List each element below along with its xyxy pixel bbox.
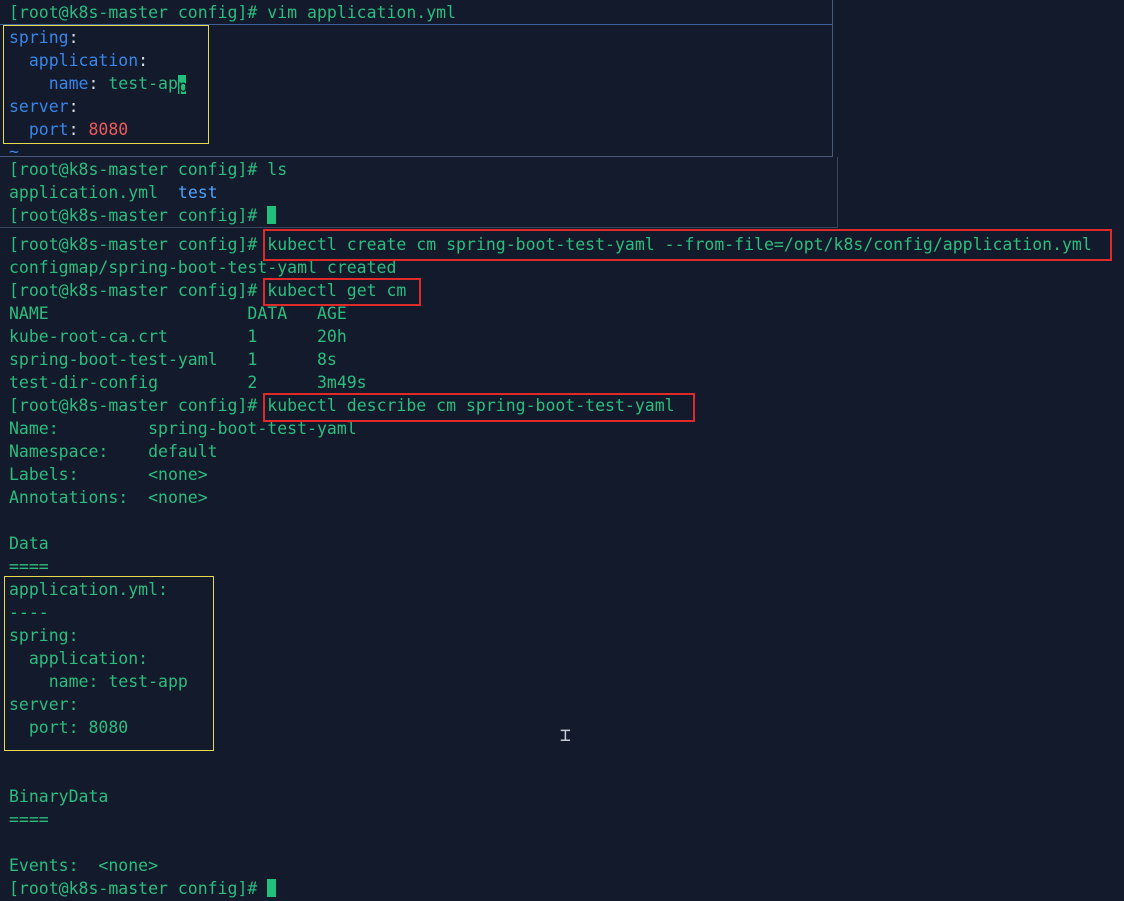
prompt-text: [root@k8s-master config]# xyxy=(9,235,258,254)
ls-empty-prompt: [root@k8s-master config]# xyxy=(9,204,277,227)
prompt-text: [root@k8s-master config]# xyxy=(9,879,268,898)
prompt-text: [root@k8s-master config]# xyxy=(9,281,258,300)
vim-command-line: [root@k8s-master config]# vim applicatio… xyxy=(9,3,457,22)
yaml-highlight-box xyxy=(3,25,209,144)
create-command-highlight xyxy=(263,229,1112,261)
directory-test: test xyxy=(177,183,218,202)
file-application-yml: application.yml xyxy=(9,183,178,202)
final-prompt-line: [root@k8s-master config]# xyxy=(9,877,277,900)
ls-output-line: application.yml test xyxy=(9,181,218,204)
data-heading: Data xyxy=(9,534,49,553)
events-line: Events: <none> xyxy=(9,856,159,875)
configmap-table-row: test-dir-config 2 3m49s xyxy=(9,373,367,392)
binarydata-heading: BinaryData xyxy=(9,787,109,806)
data-rule: ==== xyxy=(9,557,49,576)
binarydata-rule: ==== xyxy=(9,810,49,829)
ls-command-line: [root@k8s-master config]# ls xyxy=(9,160,288,179)
main-terminal-pane: [root@k8s-master config]# kubectl create… xyxy=(0,229,1124,901)
terminal-cursor xyxy=(267,879,277,897)
prompt-text: [root@k8s-master config]# xyxy=(9,206,268,225)
text-cursor-ibeam-icon: ⌶ xyxy=(560,725,571,746)
get-command-highlight xyxy=(263,278,421,306)
describe-namespace: Namespace: default xyxy=(9,442,218,461)
vim-pane: [root@k8s-master config]# vim applicatio… xyxy=(0,0,833,157)
data-highlight-box xyxy=(4,576,214,751)
terminal-cursor xyxy=(267,206,277,224)
configmap-table-row: kube-root-ca.crt 1 20h xyxy=(9,327,347,346)
ls-pane: [root@k8s-master config]# ls application… xyxy=(0,157,838,228)
describe-annotations: Annotations: <none> xyxy=(9,488,208,507)
describe-command-highlight xyxy=(263,393,695,422)
describe-labels: Labels: <none> xyxy=(9,465,208,484)
prompt-text: [root@k8s-master config]# xyxy=(9,396,258,415)
configmap-table-row: spring-boot-test-yaml 1 8s xyxy=(9,350,337,369)
